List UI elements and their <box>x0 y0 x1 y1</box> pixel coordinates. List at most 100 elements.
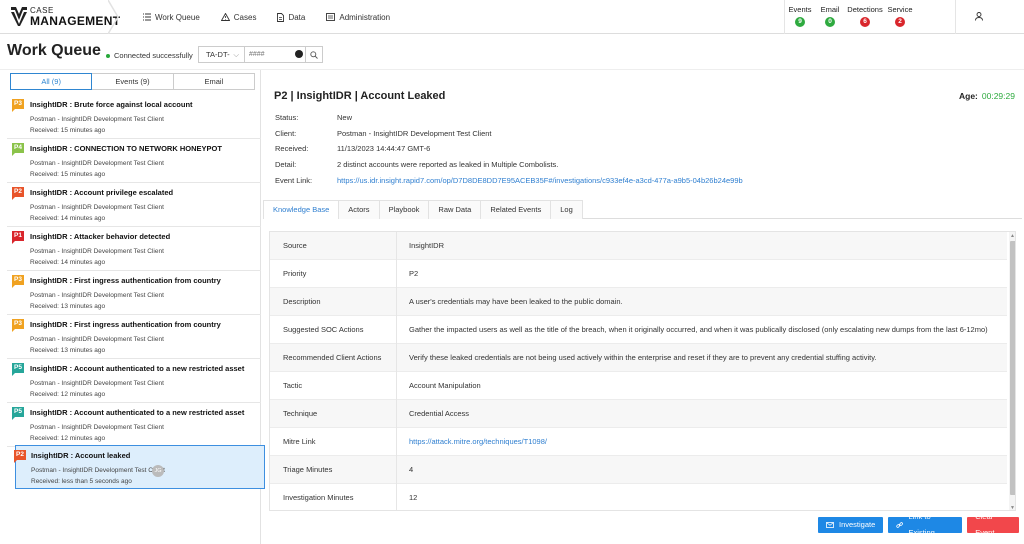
search-icon <box>310 50 318 59</box>
logo-mark-icon <box>11 7 27 26</box>
tab-related-events[interactable]: Related Events <box>480 200 552 219</box>
nav-administration[interactable]: Administration <box>326 13 390 22</box>
queue-item-title: InsightIDR : Account privilege escalated <box>30 188 174 197</box>
queue-item-received: Received: 12 minutes ago <box>30 435 106 442</box>
tab-events[interactable]: Events (9) <box>91 73 174 90</box>
stat-detections[interactable]: Detections 6 <box>845 0 885 34</box>
assignee-avatar[interactable]: JG <box>152 465 164 477</box>
tab-log[interactable]: Log <box>550 200 583 219</box>
kb-key: Recommended Client Actions <box>270 344 397 372</box>
kb-row: Priority P2 <box>270 260 1007 288</box>
kb-row: Suggested SOC Actions Gather the impacted… <box>270 316 1007 344</box>
queue-item[interactable]: P3 InsightIDR : First ingress authenticat… <box>7 271 261 315</box>
queue-item-received: Received: 14 minutes ago <box>30 259 106 266</box>
scrollbar[interactable]: ▲ ▼ <box>1009 232 1015 510</box>
link-to-existing-button[interactable]: Link to Existing <box>888 512 963 537</box>
stat-service[interactable]: Service 2 <box>885 0 915 34</box>
prefix-select[interactable]: TA-DT- ⌵ <box>198 46 244 63</box>
kb-row: Mitre Link https://attack.mitre.org/techn… <box>270 428 1007 456</box>
status-dot-icon <box>106 53 110 58</box>
field-value: New <box>337 113 353 122</box>
stat-events-badge: 9 <box>795 17 805 27</box>
stat-detections-label: Detections <box>847 5 883 14</box>
kb-key: Source <box>270 232 397 260</box>
queue-item[interactable]: P1 InsightIDR : Attacker behavior detecte… <box>7 227 261 271</box>
tab-playbook[interactable]: Playbook <box>378 200 430 219</box>
queue-item-title: InsightIDR : Account authenticated to a … <box>30 408 245 417</box>
tab-raw-data[interactable]: Raw Data <box>428 200 482 219</box>
queue-item[interactable]: P3 InsightIDR : First ingress authenticat… <box>7 315 261 359</box>
stat-events-label: Events <box>788 5 812 14</box>
tab-actors[interactable]: Actors <box>338 200 380 219</box>
queue-item-client: Postman - InsightIDR Development Test Cl… <box>30 380 164 387</box>
queue-item-client: Postman - InsightIDR Development Test Cl… <box>30 204 164 211</box>
search-button[interactable] <box>306 46 323 63</box>
queue-item[interactable]: P5 InsightIDR : Account authenticated to … <box>7 359 261 403</box>
event-link[interactable]: https://us.idr.insight.rapid7.com/op/D7D… <box>337 176 743 185</box>
nav-cases-label: Cases <box>233 12 257 22</box>
connection-status: Connected successfully <box>106 51 193 60</box>
stat-service-badge: 2 <box>895 17 905 27</box>
kb-key: Triage Minutes <box>270 456 397 484</box>
brand-bottom: MANAGEMENT <box>30 14 121 28</box>
queue-item[interactable]: P2 InsightIDR : Account leaked Postman - I… <box>14 445 265 489</box>
chevron-down-icon: ⌵ <box>233 50 239 59</box>
stat-email[interactable]: Email 0 <box>815 0 845 34</box>
mitre-link[interactable]: https://attack.mitre.org/techniques/T109… <box>409 428 547 456</box>
queue-item-client: Postman - InsightIDR Development Test Cl… <box>30 292 164 299</box>
investigate-button[interactable]: Investigate <box>818 517 884 533</box>
queue-item-received: Received: 15 minutes ago <box>30 127 106 134</box>
kb-value: Credential Access <box>409 409 470 418</box>
queue-item[interactable]: P5 InsightIDR : Account authenticated to … <box>7 403 261 447</box>
action-buttons: Investigate Link to Existing Clear Event <box>818 512 1024 537</box>
scrollbar-thumb[interactable] <box>1010 241 1015 495</box>
tab-email[interactable]: Email <box>172 73 255 90</box>
scroll-up-icon[interactable]: ▲ <box>1010 233 1015 239</box>
queue-item[interactable]: P3 InsightIDR : Brute force against local… <box>7 95 261 139</box>
kb-key: Technique <box>270 400 397 428</box>
event-title: P2 | InsightIDR | Account Leaked <box>274 90 446 102</box>
user-menu[interactable] <box>955 0 1024 34</box>
queue-item-client: Postman - InsightIDR Development Test Cl… <box>30 248 164 255</box>
field-value: 11/13/2023 14:44:47 GMT-6 <box>337 144 431 153</box>
queue-item[interactable]: P2 InsightIDR : Account privilege escalat… <box>7 183 261 227</box>
kb-value: A user's credentials may have been leake… <box>409 297 623 306</box>
kb-value: InsightIDR <box>409 241 445 250</box>
page-title: Work Queue <box>7 42 101 59</box>
stat-email-label: Email <box>820 5 840 14</box>
stats-bar: Events 9 Email 0 Detections 6 Service 2 <box>784 0 915 34</box>
nav-work-queue[interactable]: Work Queue <box>143 13 200 22</box>
clear-event-button[interactable]: Clear Event <box>967 512 1019 537</box>
field-label: Detail: <box>275 160 297 169</box>
queue-item-received: Received: 12 minutes ago <box>30 391 106 398</box>
field-value: Postman - InsightIDR Development Test Cl… <box>337 129 492 138</box>
list-icon <box>143 13 151 21</box>
prefix-select-value: TA-DT- <box>206 50 230 59</box>
nav-data-label: Data <box>288 12 306 22</box>
kb-row: Source InsightIDR <box>270 232 1007 260</box>
queue-item-received: Received: 13 minutes ago <box>30 303 106 310</box>
nav-data[interactable]: Data <box>277 13 305 22</box>
age-label: Age: <box>959 91 978 101</box>
stat-events[interactable]: Events 9 <box>785 0 815 34</box>
queue-item[interactable]: P4 InsightIDR : CONNECTION TO NETWORK HON… <box>7 139 261 183</box>
tab-all[interactable]: All (9) <box>10 73 93 90</box>
queue-tabs: All (9) Events (9) Email <box>10 73 255 90</box>
stat-service-label: Service <box>887 5 913 14</box>
event-age: Age: 00:29:29 <box>959 91 1015 101</box>
queue-item-title: InsightIDR : First ingress authenticatio… <box>30 276 221 285</box>
queue-item-received: Received: 14 minutes ago <box>30 215 106 222</box>
queue-item-client: Postman - InsightIDR Development Test Cl… <box>31 467 165 474</box>
kb-key: Suggested SOC Actions <box>270 316 397 344</box>
warning-icon <box>220 13 230 21</box>
clear-input-icon[interactable] <box>295 50 303 58</box>
detail-tabs: Knowledge Base Actors Playbook Raw Data … <box>263 200 1022 219</box>
kb-value: P2 <box>409 269 419 278</box>
queue-item-title: InsightIDR : Brute force against local a… <box>30 100 193 109</box>
kb-value: 4 <box>409 465 414 474</box>
priority-badge: P2 <box>14 450 26 463</box>
kb-key: Tactic <box>270 372 397 400</box>
tab-knowledge-base[interactable]: Knowledge Base <box>263 200 340 219</box>
kb-row: Tactic Account Manipulation <box>270 372 1007 400</box>
nav-cases[interactable]: Cases <box>220 12 257 22</box>
